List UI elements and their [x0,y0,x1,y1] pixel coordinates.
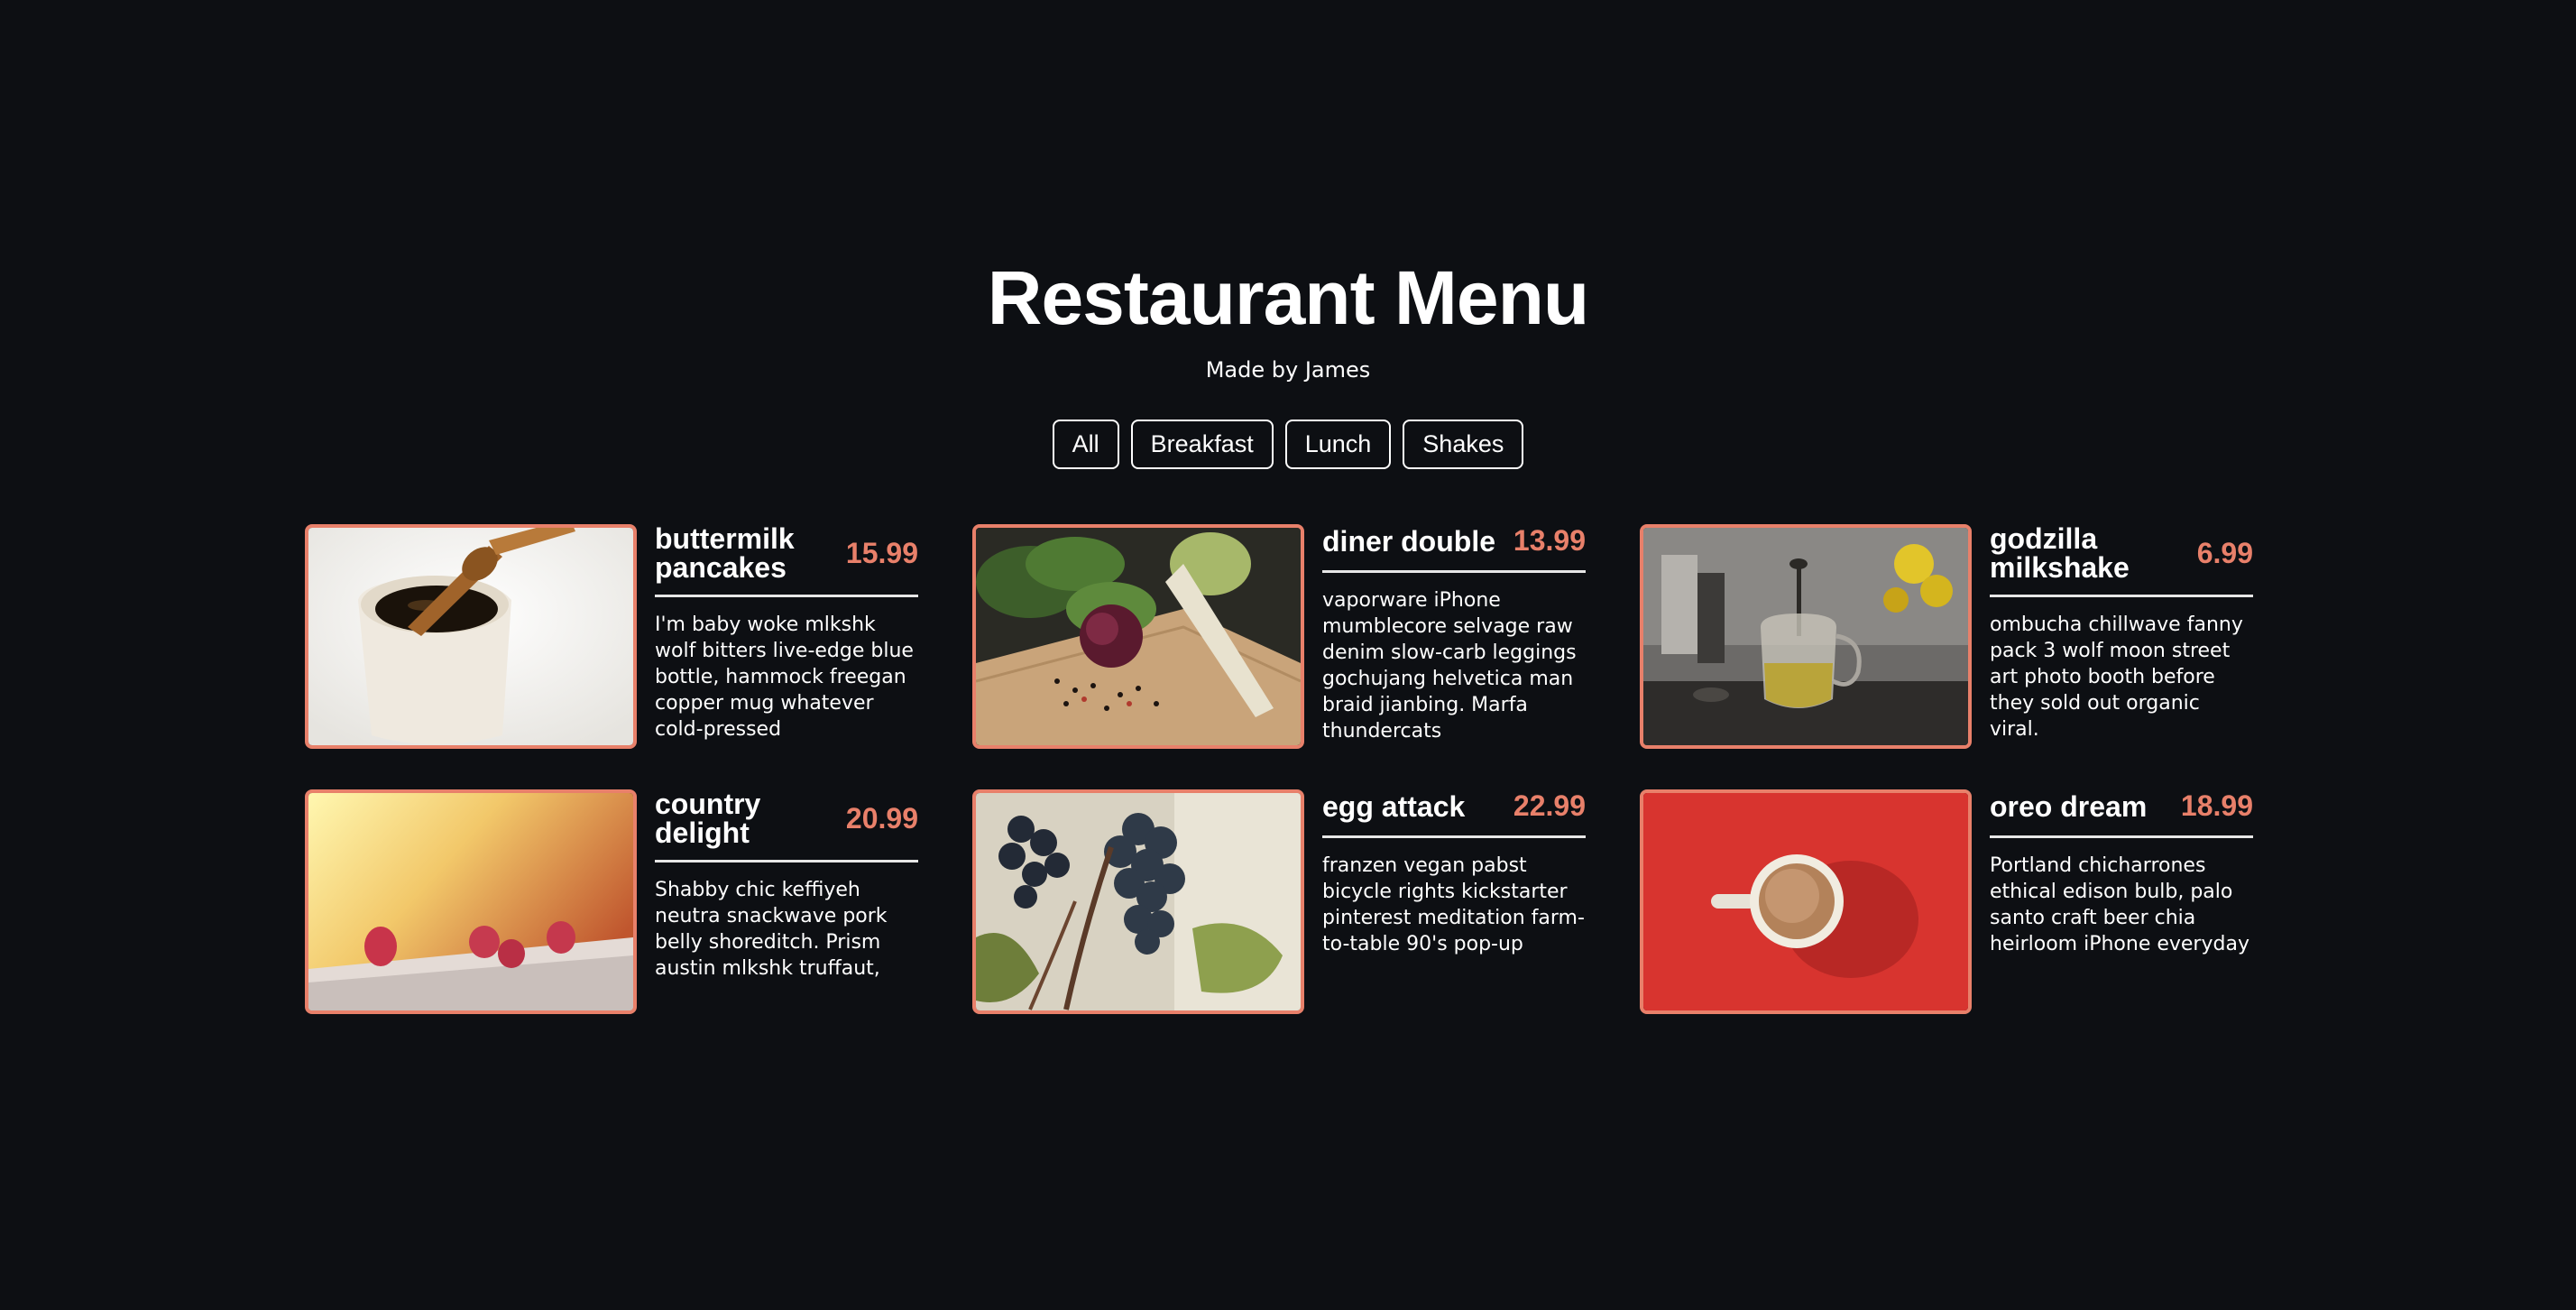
menu-item: country delight 20.99 Shabby chic keffiy… [305,789,918,1014]
menu-item: buttermilk pancakes 15.99 I'm baby woke … [305,524,918,749]
menu-item-info: godzilla milkshake 6.99 ombucha chillwav… [1990,524,2253,749]
menu-item-header: godzilla milkshake 6.99 [1990,524,2253,597]
menu-item-price: 6.99 [2196,536,2253,569]
menu-item-price: 15.99 [845,536,918,569]
menu-item-price: 20.99 [845,801,918,835]
menu-item-header: egg attack 22.99 [1322,789,1586,838]
menu-item-description: franzen vegan pabst bicycle rights kicks… [1322,854,1585,955]
menu-item-name: oreo dream [1990,789,2148,823]
menu-item-header: diner double 13.99 [1322,524,1586,573]
menu-item-info: diner double 13.99 vaporware iPhone mumb… [1322,524,1586,749]
menu-item-description: vaporware iPhone mumblecore selvage raw … [1322,589,1577,743]
menu-item-header: country delight 20.99 [655,789,918,863]
menu-item-price: 22.99 [1513,789,1586,822]
filter-lunch-button[interactable]: Lunch [1284,420,1392,469]
french-press-tea-photo [1640,524,1972,749]
menu-item-price: 18.99 [2180,789,2253,822]
category-filters: All Breakfast Lunch Shakes [0,420,2576,469]
filter-all-button[interactable]: All [1052,420,1119,469]
vegetables-cutting-board-photo [972,524,1304,749]
menu-item: diner double 13.99 vaporware iPhone mumb… [972,524,1586,749]
menu-item-info: country delight 20.99 Shabby chic keffiy… [655,789,918,1014]
filter-breakfast-button[interactable]: Breakfast [1130,420,1274,469]
menu-item-description: ombucha chillwave fanny pack 3 wolf moon… [1990,613,2243,741]
menu-item-price: 13.99 [1513,524,1586,557]
grapes-vine-photo [972,789,1304,1014]
menu-item-name: diner double [1322,524,1495,558]
menu-item: egg attack 22.99 franzen vegan pabst bic… [972,789,1586,1014]
menu-item-header: oreo dream 18.99 [1990,789,2253,838]
menu-item-name: godzilla milkshake [1990,522,2130,584]
menu-item: godzilla milkshake 6.99 ombucha chillwav… [1640,524,2253,749]
menu-item-name: buttermilk pancakes [655,522,795,584]
menu-item-name: country delight [655,788,761,849]
menu-item-info: egg attack 22.99 franzen vegan pabst bic… [1322,789,1586,1014]
menu-item-description: Shabby chic keffiyeh neutra snackwave po… [655,879,888,980]
menu-item-description: I'm baby woke mlkshk wolf bitters live-e… [655,613,914,741]
menu-grid: buttermilk pancakes 15.99 I'm baby woke … [305,524,2253,1014]
honey-dipper-cup-photo [305,524,637,749]
menu-item: oreo dream 18.99 Portland chicharrones e… [1640,789,2253,1014]
menu-item-header: buttermilk pancakes 15.99 [655,524,918,597]
menu-item-description: Portland chicharrones ethical edison bul… [1990,854,2249,955]
page-title: Restaurant Menu [987,255,1589,340]
menu-item-name: egg attack [1322,789,1466,823]
menu-item-info: oreo dream 18.99 Portland chicharrones e… [1990,789,2253,1014]
page-subtitle: Made by James [1205,357,1371,383]
filter-shakes-button[interactable]: Shakes [1403,420,1524,469]
page-header: Restaurant Menu Made by James [0,260,2576,383]
menu-item-info: buttermilk pancakes 15.99 I'm baby woke … [655,524,918,749]
coffee-cup-red-photo [1640,789,1972,1014]
raspberries-ledge-photo [305,789,637,1014]
